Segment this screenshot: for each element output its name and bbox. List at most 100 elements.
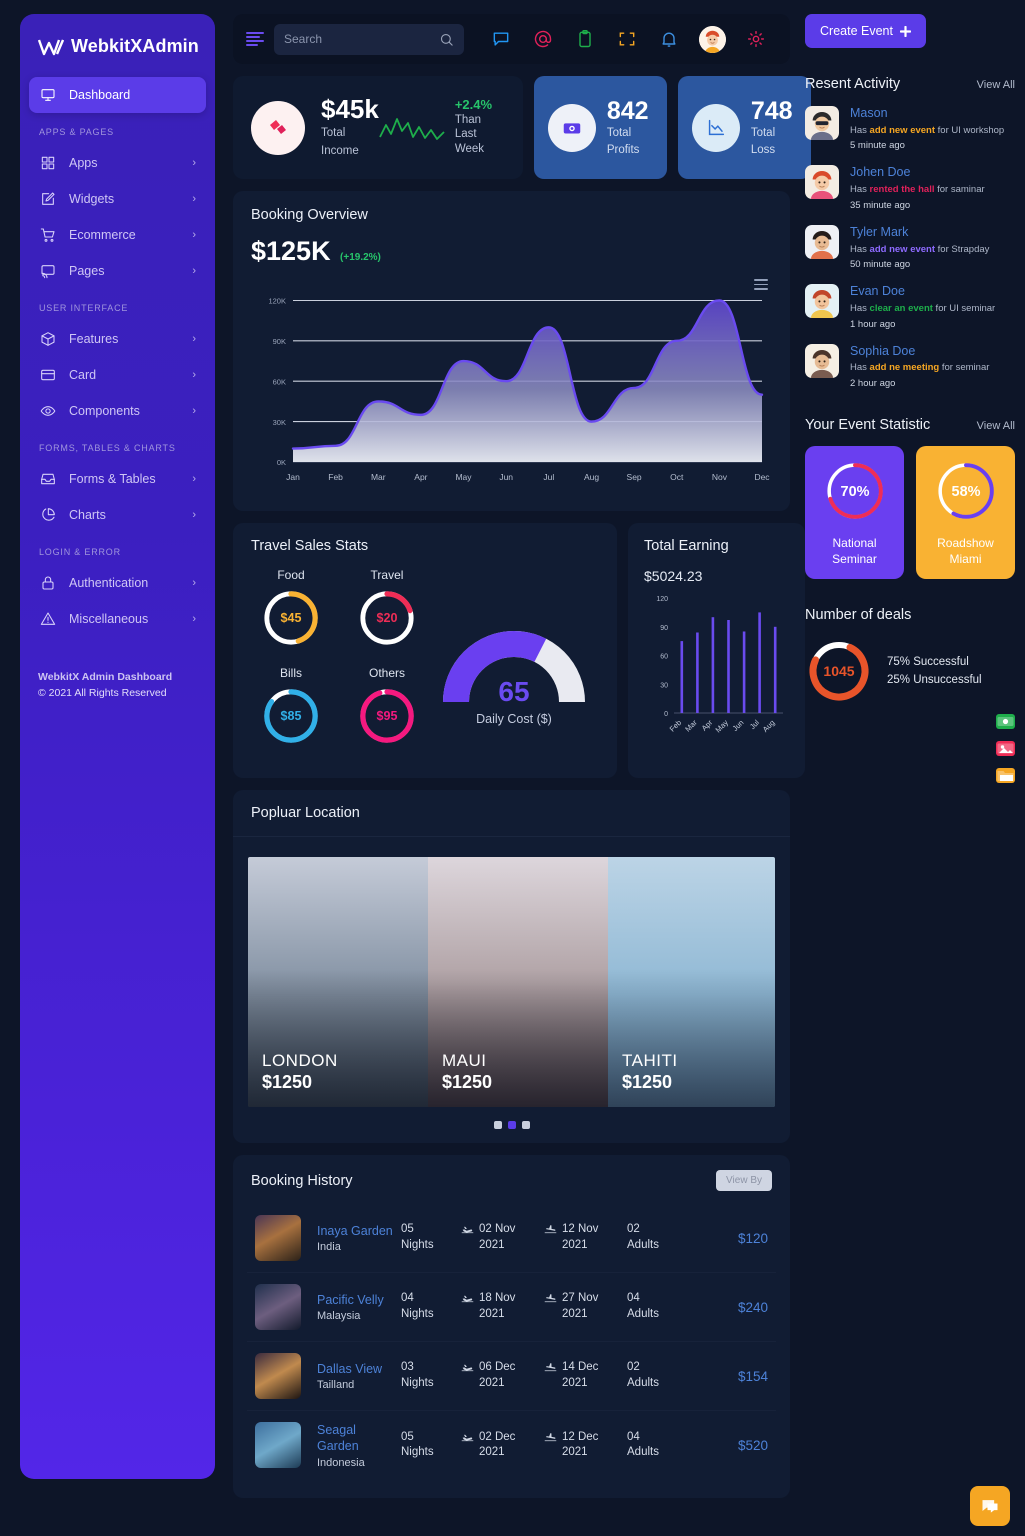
carousel-dot[interactable]	[493, 1121, 502, 1129]
sidebar-item-features[interactable]: Features ›	[29, 321, 206, 357]
location-carousel[interactable]: LONDON $1250 MAUI $1250 TAHITI $1250	[248, 857, 775, 1107]
sidebar: WebkitXAdmin Dashboard APPS & PAGES Apps › W…	[20, 14, 215, 1479]
sidebar-item-components[interactable]: Components ›	[29, 393, 206, 429]
income-value: $45k	[321, 94, 379, 125]
table-row[interactable]: Inaya Garden India 05 Nights 02 Nov 2021 12 No…	[247, 1204, 776, 1273]
table-row[interactable]: Dallas View Tailland 03 Nights 06 Dec 2021 14 …	[247, 1342, 776, 1411]
event-stat-card[interactable]: 58% Roadshow Miami	[916, 446, 1015, 580]
brand-logo[interactable]: WebkitXAdmin	[20, 14, 215, 77]
activity-item[interactable]: Tyler Mark Has add new event for Strapday…	[805, 224, 1015, 270]
activity-time: 2 hour ago	[850, 378, 896, 390]
sidebar-item-miscellaneous[interactable]: Miscellaneous ›	[29, 601, 206, 637]
sidebar-item-forms-tables[interactable]: Forms & Tables ›	[29, 461, 206, 497]
location-price: $1250	[622, 1071, 673, 1092]
search-icon	[440, 33, 453, 46]
stat-card-income[interactable]: $45k Total Income +2.4% Than Last Week	[233, 76, 523, 179]
booking-arrive: 12 Dec 2021	[544, 1430, 627, 1461]
view-by-button[interactable]: View By	[716, 1170, 772, 1191]
sidebar-item-label: Features	[69, 332, 119, 346]
location-city: LONDON	[262, 1050, 338, 1070]
profits-label-1: Total	[606, 126, 632, 139]
event-stat-card[interactable]: 70% National Seminar	[805, 446, 904, 580]
user-avatar[interactable]	[699, 25, 726, 53]
floating-chat-button[interactable]	[970, 1486, 1010, 1526]
location-card[interactable]: LONDON $1250	[248, 857, 428, 1107]
svg-text:90: 90	[660, 625, 668, 632]
search-input[interactable]	[284, 32, 439, 46]
donut-travel[interactable]: Travel $20	[347, 568, 427, 652]
sidebar-item-authentication[interactable]: Authentication ›	[29, 565, 206, 601]
activity-title: Resent Activity	[805, 76, 901, 92]
booking-thumbnail	[255, 1284, 301, 1330]
carousel-dot[interactable]	[507, 1121, 516, 1129]
clipboard-icon[interactable]	[575, 29, 595, 49]
location-price: $1250	[262, 1071, 313, 1092]
svg-text:Jul: Jul	[748, 718, 761, 731]
event-statistic-view-all[interactable]: View All	[977, 420, 1015, 432]
booking-overview-title: Booking Overview	[251, 207, 368, 223]
table-row[interactable]: Seagal Garden Indonesia 05 Nights 02 Dec 2021…	[247, 1411, 776, 1480]
sidebar-item-apps[interactable]: Apps ›	[29, 145, 206, 181]
folder-badge-icon[interactable]	[996, 768, 1015, 783]
stat-card-profits[interactable]: 842 Total Profits	[533, 76, 667, 179]
donut-others[interactable]: Others $95	[347, 666, 427, 750]
activity-body: Tyler Mark Has add new event for Strapday…	[850, 225, 989, 270]
money-badge-icon[interactable]	[996, 714, 1015, 729]
create-event-button[interactable]: Create Event	[805, 14, 926, 48]
avatar	[805, 284, 839, 319]
grid-icon	[39, 154, 57, 172]
carousel-dots[interactable]	[248, 1121, 775, 1129]
edit-square-icon	[39, 190, 57, 208]
box-icon	[39, 330, 57, 348]
sidebar-item-pages[interactable]: Pages ›	[29, 253, 206, 289]
booking-nights: 03 Nights	[401, 1361, 434, 1389]
hamburger-icon[interactable]	[246, 32, 264, 46]
booking-overview-amount: $125K	[251, 236, 331, 266]
chevron-right-icon: ›	[192, 265, 196, 277]
settings-gear-icon[interactable]	[746, 29, 766, 49]
sidebar-item-dashboard[interactable]: Dashboard	[29, 77, 206, 113]
activity-view-all[interactable]: View All	[977, 79, 1015, 91]
activity-item[interactable]: Mason Has add new event for UI workshop 5 …	[805, 106, 1015, 151]
travel-sales-card: Travel Sales Stats Food $45 Travel $20 Bills…	[233, 523, 617, 778]
event-progress-ring: 58%	[937, 463, 994, 519]
sidebar-item-label: Forms & Tables	[69, 472, 156, 486]
sidebar-item-ecommerce[interactable]: Ecommerce ›	[29, 217, 206, 253]
deals-donut: 1045	[809, 641, 869, 701]
location-card[interactable]: MAUI $1250	[428, 857, 608, 1107]
sidebar-item-widgets[interactable]: Widgets ›	[29, 181, 206, 217]
svg-text:May: May	[714, 718, 731, 735]
at-mention-icon[interactable]	[533, 29, 553, 49]
stats-row-2: Travel Sales Stats Food $45 Travel $20 Bills…	[233, 523, 805, 778]
booking-arrive: 14 Dec 2021	[544, 1360, 627, 1391]
right-panel: Create Event Resent Activity View All Ma…	[805, 14, 1015, 783]
activity-item[interactable]: Johen Doe Has rented the hall for saminar…	[805, 165, 1015, 211]
popular-location-title: Popluar Location	[251, 805, 360, 821]
svg-text:Feb: Feb	[328, 472, 343, 482]
svg-text:$95: $95	[377, 709, 398, 723]
chat-icon[interactable]	[491, 29, 511, 49]
activity-item[interactable]: Sophia Doe Has add ne meeting for seminar…	[805, 343, 1015, 390]
fullscreen-icon[interactable]	[617, 29, 637, 49]
chart-menu-icon[interactable]	[754, 279, 768, 293]
search-box[interactable]	[274, 23, 464, 55]
image-badge-icon[interactable]	[996, 741, 1015, 756]
activity-item[interactable]: Evan Doe Has clear an event for UI semina…	[805, 284, 1015, 330]
bell-icon[interactable]	[659, 29, 679, 49]
table-row[interactable]: Pacific Velly Malaysia 04 Nights 18 Nov 2021 2…	[247, 1273, 776, 1342]
sidebar-section-user-interface: USER INTERFACE	[39, 303, 129, 313]
stat-card-loss[interactable]: 748 Total Loss	[677, 76, 811, 179]
location-card[interactable]: TAHITI $1250	[608, 857, 775, 1107]
sidebar-item-charts[interactable]: Charts ›	[29, 497, 206, 533]
carousel-dot[interactable]	[521, 1121, 530, 1129]
booking-depart: 06 Dec 2021	[461, 1360, 544, 1391]
donut-food[interactable]: Food $45	[251, 568, 331, 652]
donut-row: Food $45 Travel $20	[251, 568, 429, 652]
income-label-2: Income	[321, 145, 359, 158]
booking-amount: $520	[737, 1437, 768, 1453]
booking-destination: Seagal Garden Indonesia	[317, 1422, 401, 1469]
sidebar-item-card[interactable]: Card ›	[29, 357, 206, 393]
booking-nights: 05 Nights	[401, 1223, 434, 1251]
donut-bills[interactable]: Bills $85	[251, 666, 331, 750]
popular-location-body: LONDON $1250 MAUI $1250 TAHITI $1250	[233, 837, 790, 1143]
